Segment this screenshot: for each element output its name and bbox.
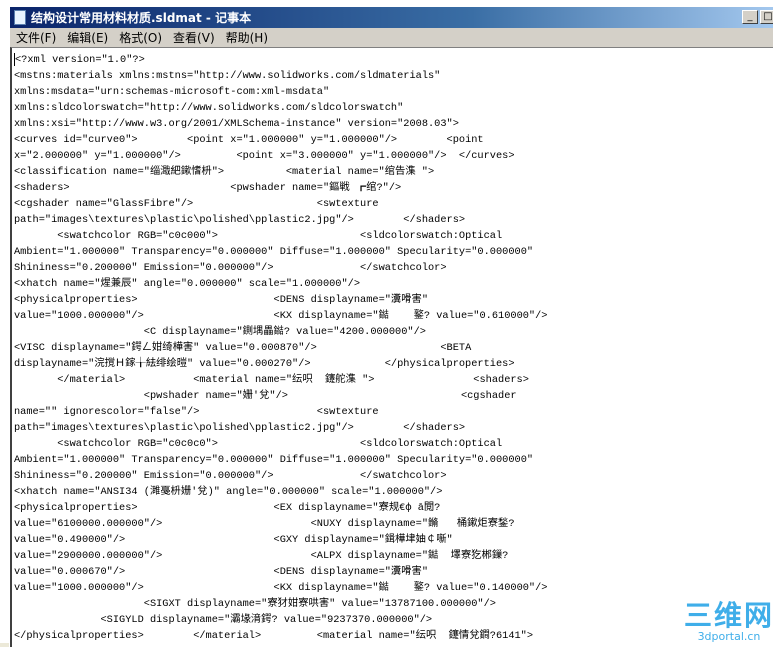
notepad-icon bbox=[14, 10, 26, 25]
text-line: <xhatch name="煋兼辰" angle="0.000000" scal… bbox=[14, 278, 361, 290]
text-line: <pwshader name="姗′兌"/> <cgshader bbox=[14, 390, 517, 402]
text-line: </material> <material name="纭呮 鑳舵潗 "> <s… bbox=[14, 374, 529, 386]
text-editor[interactable]: <?xml version="1.0"?> <mstns:materials xm… bbox=[10, 47, 773, 647]
text-caret bbox=[14, 52, 15, 66]
text-line: displayname="浣撹Ｈ鎵╁紶绯绘暟" value="0.000270"… bbox=[14, 358, 515, 370]
maximize-button[interactable]: □ bbox=[760, 10, 773, 24]
text-line: xmlns:msdata="urn:schemas-microsoft-com:… bbox=[14, 86, 330, 98]
minimize-button[interactable]: _ bbox=[742, 10, 758, 24]
text-line: <swatchcolor RGB="c0c000"> <sldcolorswat… bbox=[14, 230, 503, 242]
text-content[interactable]: <?xml version="1.0"?> <mstns:materials xm… bbox=[14, 52, 547, 644]
text-line: Shininess="0.200000" Emission="0.000000"… bbox=[14, 470, 447, 482]
text-line: <swatchcolor RGB="c0c0c0"> <sldcolorswat… bbox=[14, 438, 503, 450]
text-line: Ambient="1.000000" Transparency="0.00000… bbox=[14, 246, 534, 258]
text-line: <VISC displayname="鍔ㄥ姏绮樺害" value="0.0008… bbox=[14, 342, 472, 354]
text-line: <SIGYLD displayname="灞堟湇鍔? value="923737… bbox=[14, 614, 433, 626]
menu-help[interactable]: 帮助(H) bbox=[220, 29, 273, 46]
text-line: <xhatch name="ANSI34 (濉戞枡姗′兌)" angle="0.… bbox=[14, 486, 443, 498]
text-line: <shaders> <pwshader name="鏂戦 ┏绾?"/> bbox=[14, 182, 402, 194]
text-line: <mstns:materials xmlns:mstns="http://www… bbox=[14, 70, 441, 82]
menu-file[interactable]: 文件(F) bbox=[10, 29, 61, 46]
text-line: <SIGXT displayname="寮犲姏寮哄害" value="13787… bbox=[14, 598, 496, 610]
watermark-logo: 三维网 3dportal.cn bbox=[684, 601, 773, 643]
text-line: value="0.000670"/> <DENS displayname="瀵嗗… bbox=[14, 566, 428, 578]
text-line: name="" ignorescolor="false"/> <swtextur… bbox=[14, 406, 379, 418]
text-line: Shininess="0.200000" Emission="0.000000"… bbox=[14, 262, 447, 274]
text-line: path="images\textures\plastic\polished\p… bbox=[14, 214, 466, 226]
text-line: x="2.000000" y="1.000000"/> <point x="3.… bbox=[14, 150, 515, 162]
text-line: value="0.490000"/> <GXY displayname="鍓樺垏… bbox=[14, 534, 453, 546]
text-line: <?xml version="1.0"?> bbox=[14, 52, 145, 66]
text-line: <classification name="缁濈紦鏉愭枡"> <material… bbox=[14, 166, 435, 178]
text-line: <physicalproperties> <EX displayname="寮规… bbox=[14, 502, 441, 514]
text-line: value="1000.000000"/> <KX displayname="鐑… bbox=[14, 582, 548, 594]
text-line: <cgshader name="GlassFibre"/> <swtexture bbox=[14, 198, 379, 210]
text-line: value="1000.000000"/> <KX displayname="鐑… bbox=[14, 310, 548, 322]
text-line: value="6100000.000000"/> <NUXY displayna… bbox=[14, 518, 515, 530]
text-line: Ambient="1.000000" Transparency="0.00000… bbox=[14, 454, 534, 466]
text-line: <curves id="curve0"> <point x="1.000000"… bbox=[14, 134, 484, 146]
menu-bar: 文件(F) 编辑(E) 格式(O) 查看(V) 帮助(H) bbox=[10, 28, 773, 47]
text-line: xmlns:sldcolorswatch="http://www.solidwo… bbox=[14, 102, 404, 114]
text-line: xmlns:xsi="http://www.w3.org/2001/XMLSch… bbox=[14, 118, 459, 130]
menu-view[interactable]: 查看(V) bbox=[167, 29, 220, 46]
text-line: <C displayname="鍘堣畾鐑? value="4200.000000… bbox=[14, 326, 426, 338]
watermark-site: 3dportal.cn bbox=[697, 630, 761, 643]
text-line: path="images\textures\plastic\polished\p… bbox=[14, 422, 466, 434]
window-title: 结构设计常用材料材质.sldmat - 记事本 bbox=[31, 11, 252, 25]
notepad-window: 结构设计常用材料材质.sldmat - 记事本 _ □ 文件(F) 编辑(E) … bbox=[9, 7, 773, 647]
text-line: <physicalproperties> <DENS displayname="… bbox=[14, 294, 428, 306]
menu-format[interactable]: 格式(O) bbox=[113, 29, 167, 46]
watermark-logo-text: 三维网 bbox=[683, 599, 773, 632]
text-line: value="2900000.000000"/> <ALPX displayna… bbox=[14, 550, 509, 562]
title-bar[interactable]: 结构设计常用材料材质.sldmat - 记事本 _ □ bbox=[10, 7, 773, 28]
text-line: </physicalproperties> </material> <mater… bbox=[14, 630, 534, 642]
menu-edit[interactable]: 编辑(E) bbox=[61, 29, 113, 46]
